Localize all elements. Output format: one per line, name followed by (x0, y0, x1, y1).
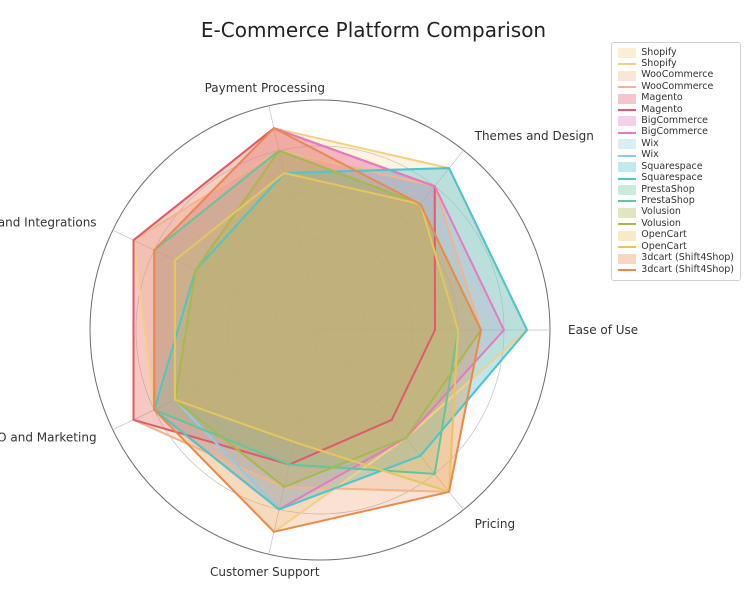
legend-item-fill: OpenCart (618, 230, 734, 241)
legend-swatch (618, 139, 636, 149)
legend-item-fill: 3dcart (Shift4Shop) (618, 253, 734, 264)
legend-swatch (618, 116, 636, 126)
axis-label: Apps and Integrations (0, 215, 97, 229)
legend-label: Shopify (641, 59, 676, 70)
legend-line (618, 269, 636, 271)
legend-line (618, 132, 636, 134)
legend-swatch (618, 185, 636, 195)
legend-line (618, 155, 636, 157)
axis-label: Themes and Design (474, 129, 594, 143)
legend-item-line: Volusion (618, 219, 734, 230)
axis-label: Customer Support (210, 565, 320, 579)
legend-item-line: PrestaShop (618, 196, 734, 207)
legend-item-line: WooCommerce (618, 82, 734, 93)
legend-line (618, 246, 636, 248)
legend-item-line: 3dcart (Shift4Shop) (618, 265, 734, 276)
legend-label: Volusion (641, 207, 681, 218)
legend-swatch (618, 162, 636, 172)
legend: ShopifyShopifyWooCommerceWooCommerceMage… (611, 42, 741, 281)
legend-label: OpenCart (641, 230, 686, 241)
legend-label: 3dcart (Shift4Shop) (641, 265, 734, 276)
legend-line (618, 178, 636, 180)
legend-label: BigCommerce (641, 127, 708, 138)
legend-label: PrestaShop (641, 196, 695, 207)
legend-item-fill: Magento (618, 93, 734, 104)
legend-item-fill: Volusion (618, 207, 734, 218)
legend-line (618, 109, 636, 111)
legend-label: Squarespace (641, 162, 702, 173)
legend-item-fill: Squarespace (618, 162, 734, 173)
legend-label: WooCommerce (641, 82, 713, 93)
legend-label: Wix (641, 150, 658, 161)
legend-swatch (618, 71, 636, 81)
legend-swatch (618, 48, 636, 58)
legend-item-line: Magento (618, 105, 734, 116)
legend-item-line: Shopify (618, 59, 734, 70)
legend-label: PrestaShop (641, 185, 695, 196)
axis-label: Ease of Use (568, 323, 638, 337)
legend-line (618, 63, 636, 65)
legend-swatch (618, 231, 636, 241)
legend-label: BigCommerce (641, 116, 708, 127)
legend-label: WooCommerce (641, 70, 713, 81)
legend-swatch (618, 94, 636, 104)
legend-item-fill: Wix (618, 139, 734, 150)
axis-label: Pricing (475, 517, 515, 531)
axis-label: Payment Processing (205, 81, 325, 95)
legend-label: Magento (641, 93, 682, 104)
legend-item-fill: Shopify (618, 48, 734, 59)
axis-label: SEO and Marketing (0, 431, 97, 445)
legend-line (618, 200, 636, 202)
legend-item-line: Wix (618, 150, 734, 161)
legend-label: Wix (641, 139, 658, 150)
legend-swatch (618, 254, 636, 264)
legend-item-fill: WooCommerce (618, 70, 734, 81)
legend-item-fill: BigCommerce (618, 116, 734, 127)
legend-label: Magento (641, 105, 682, 116)
legend-label: Volusion (641, 219, 681, 230)
legend-label: Shopify (641, 48, 676, 59)
legend-label: OpenCart (641, 242, 686, 253)
legend-line (618, 223, 636, 225)
legend-label: Squarespace (641, 173, 702, 184)
legend-item-line: Squarespace (618, 173, 734, 184)
legend-item-fill: PrestaShop (618, 185, 734, 196)
legend-swatch (618, 208, 636, 218)
legend-line (618, 86, 636, 88)
legend-item-line: OpenCart (618, 242, 734, 253)
legend-item-line: BigCommerce (618, 127, 734, 138)
legend-label: 3dcart (Shift4Shop) (641, 253, 734, 264)
